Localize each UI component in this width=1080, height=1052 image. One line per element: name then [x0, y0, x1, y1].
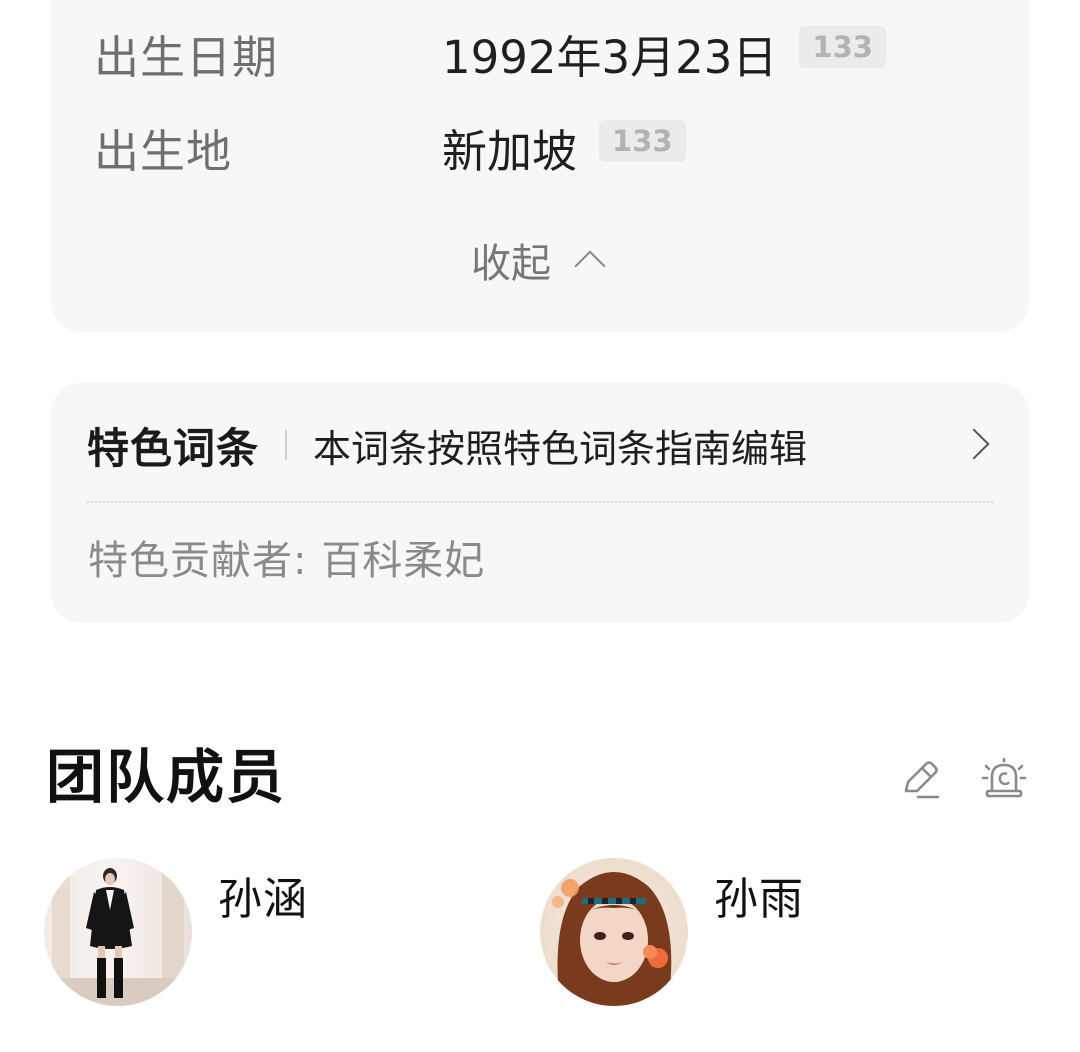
collapse-label: 收起 [471, 241, 551, 287]
divider [285, 430, 288, 460]
featured-title: 特色词条 [87, 423, 260, 473]
info-row-birthplace: 出生地 新加坡 133 [51, 117, 1029, 187]
info-label: 出生日期 [94, 31, 279, 84]
info-value: 新加坡 133 [442, 117, 686, 187]
team-member-card[interactable]: 孙涵 [44, 858, 464, 1006]
team-section-title: 团队成员 [46, 743, 287, 811]
member-name: 孙涵 [218, 874, 308, 925]
collapse-button[interactable]: 收起 [471, 235, 606, 287]
citation-badge[interactable]: 133 [799, 26, 886, 68]
chevron-up-icon [574, 250, 606, 282]
alarm-light-icon[interactable] [980, 757, 1028, 801]
team-member-card[interactable]: 孙雨 [540, 858, 960, 1006]
info-value: 1992年3月23日 133 [442, 23, 886, 93]
info-row-birthdate: 出生日期 1992年3月23日 133 [51, 23, 1029, 93]
avatar [540, 858, 688, 1006]
featured-description: 本词条按照特色词条指南编辑 [313, 426, 808, 471]
chevron-right-icon [958, 428, 990, 460]
featured-entry-link[interactable]: 特色词条 本词条按照特色词条指南编辑 [87, 413, 997, 477]
info-value-text[interactable]: 1992年3月23日 [442, 23, 777, 93]
citation-badge[interactable]: 133 [599, 120, 686, 162]
avatar [44, 858, 192, 1006]
info-label: 出生地 [94, 125, 233, 178]
member-name: 孙雨 [714, 874, 804, 925]
featured-entry-card: 特色词条 本词条按照特色词条指南编辑 特色贡献者: 百科柔妃 [51, 383, 1029, 623]
edit-pencil-icon[interactable] [898, 757, 942, 801]
info-value-text[interactable]: 新加坡 [442, 117, 577, 187]
featured-contributor: 特色贡献者: 百科柔妃 [88, 533, 485, 589]
contributor-label: 特色贡献者: [88, 538, 308, 584]
basic-info-card: 出生日期 1992年3月23日 133 出生地 新加坡 133 收起 [51, 0, 1029, 332]
dotted-divider [87, 501, 993, 503]
contributor-name[interactable]: 百科柔妃 [321, 538, 485, 584]
